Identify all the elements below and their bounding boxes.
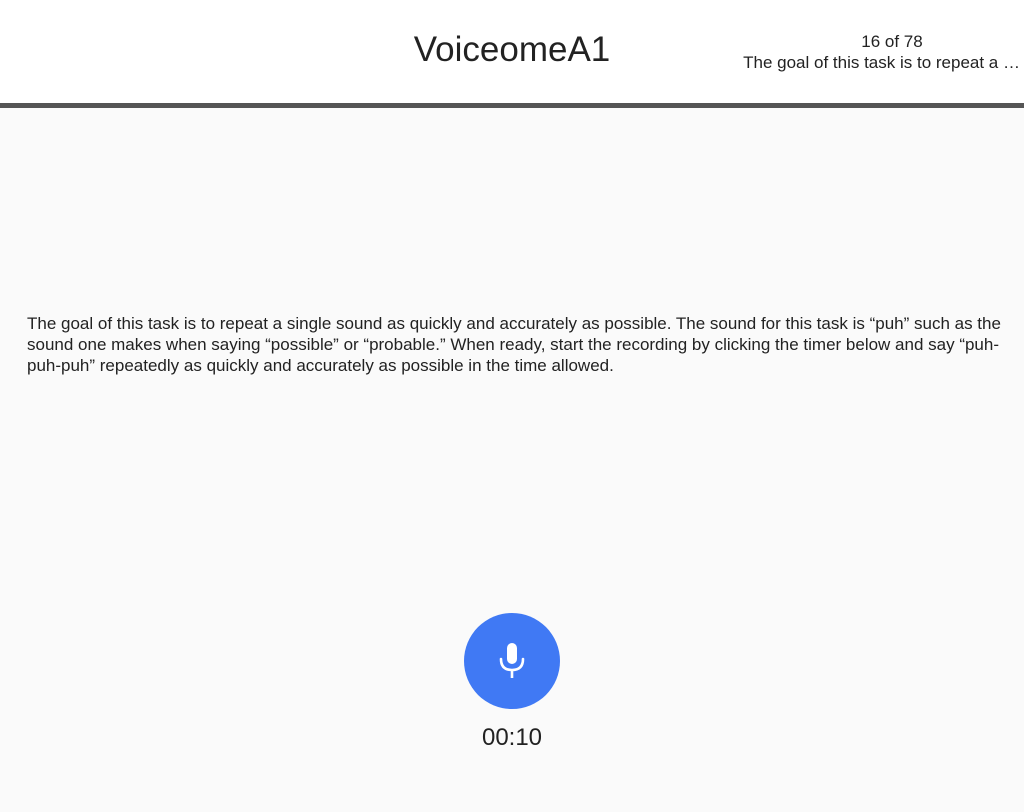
recording-timer[interactable]: 00:10 <box>0 724 1024 752</box>
record-button[interactable] <box>464 613 560 709</box>
task-instructions: The goal of this task is to repeat a sin… <box>27 314 1001 375</box>
step-subtitle: The goal of this task is to repeat a … <box>743 53 1020 72</box>
progress-count: 16 of 78 <box>861 32 923 51</box>
header-bar: VoiceomeA1 16 of 78 The goal of this tas… <box>0 0 1024 108</box>
progress-block: 16 of 78 The goal of this task is to rep… <box>720 32 1020 74</box>
microphone-icon <box>499 643 525 678</box>
